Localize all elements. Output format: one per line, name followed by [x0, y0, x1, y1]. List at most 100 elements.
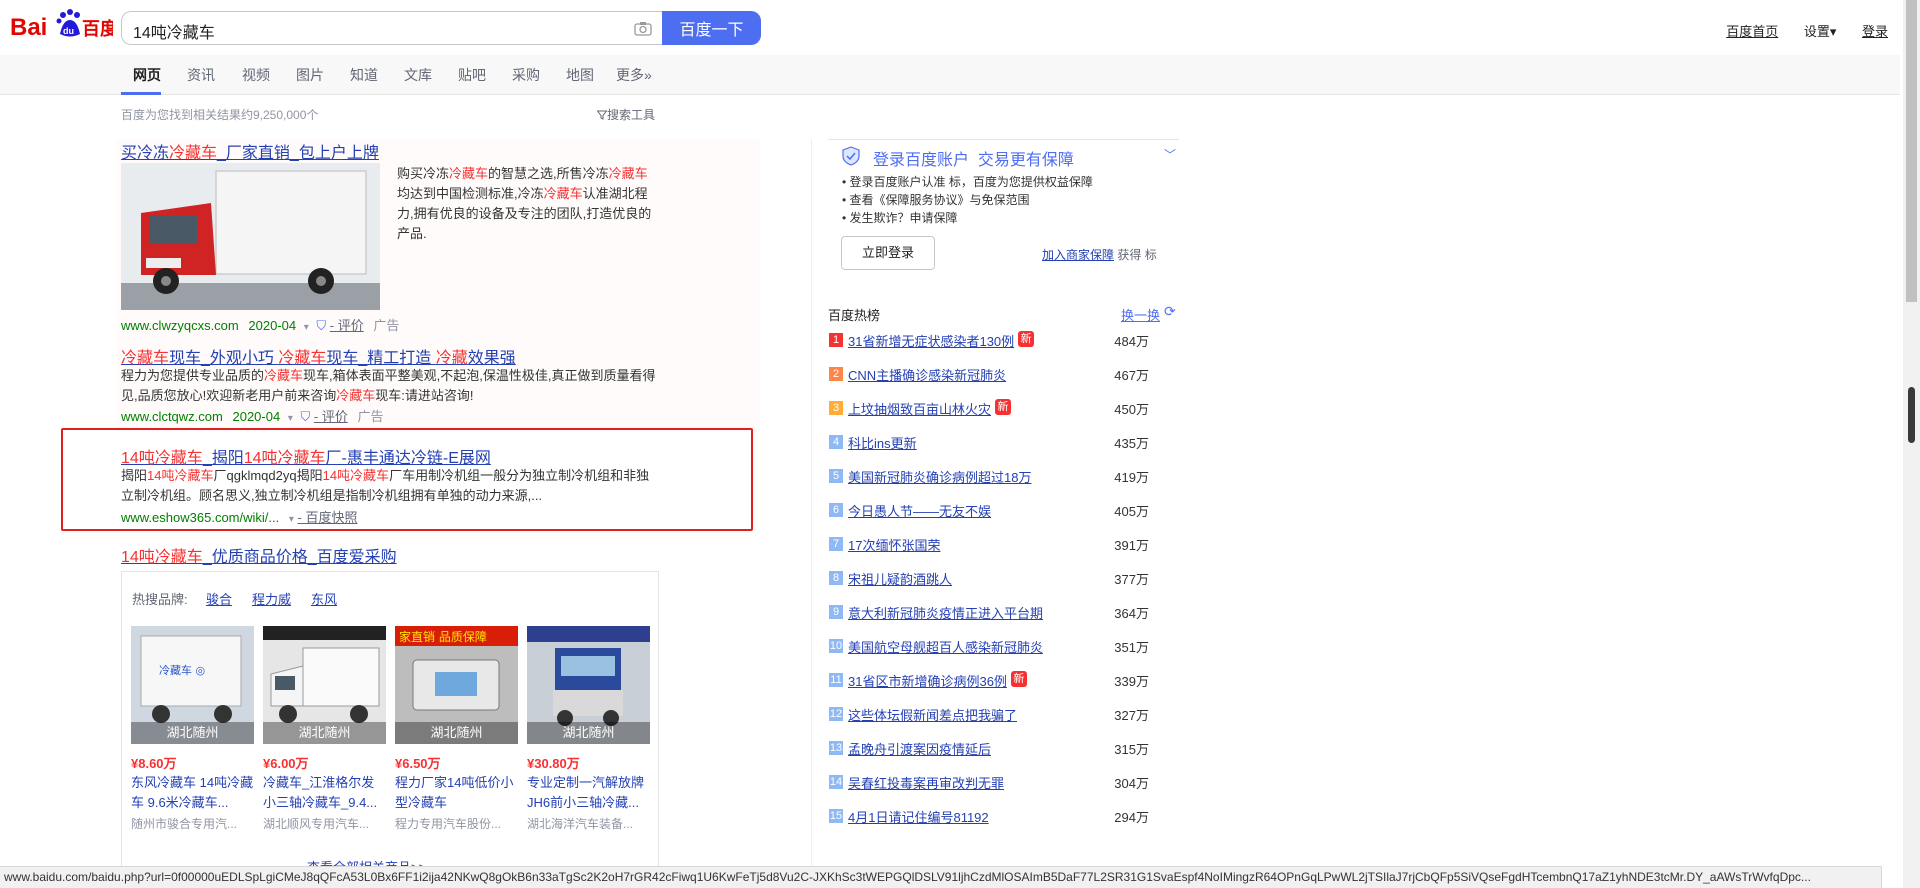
hot-title[interactable]: 宋祖儿疑韵酒跳人 [848, 569, 952, 588]
hot-title[interactable]: 31省新增无症状感染者130例新 [848, 331, 1035, 350]
hot-title[interactable]: 孟晚舟引渡案因疫情延后 [848, 739, 991, 758]
camera-icon[interactable] [634, 21, 652, 36]
hot-title[interactable]: 上坟抽烟致百亩山林火灾新 [848, 399, 1012, 418]
product-image[interactable]: 冷藏车 ◎ 湖北随州 [131, 626, 254, 744]
scroll-indicator[interactable] [1908, 387, 1915, 443]
chevron-down-icon[interactable]: ▾ [304, 322, 309, 333]
result3-url[interactable]: www.eshow365.com/wiki/... [121, 510, 279, 525]
login-line-text[interactable]: 登录百度账户认准 标，百度为您提供权益保障 [850, 175, 1093, 189]
login-now-button[interactable]: 立即登录 [841, 236, 935, 270]
tab-caigou[interactable]: 采购 [512, 65, 540, 85]
hot-title[interactable]: 美国新冠肺炎确诊病例超过18万 [848, 467, 1031, 486]
hot-title[interactable]: 今日愚人节——无友不娱 [848, 501, 991, 520]
hot-title-text: 31省新增无症状感染者130例 [848, 334, 1015, 349]
tab-zhidao[interactable]: 知道 [350, 65, 378, 85]
ad2-date: 2020-04 [232, 409, 281, 424]
hot-item[interactable]: 1 31省新增无症状感染者130例新 484万 [828, 325, 1179, 359]
chevron-down-icon[interactable]: ﹀ [1164, 146, 1176, 163]
ad1-title[interactable]: 买冷冻冷藏车_厂家直销_包上户上牌 [121, 139, 379, 163]
hot-item[interactable]: 15 4月1日请记住编号81192 294万 [828, 801, 1179, 835]
scrollbar-thumb[interactable] [1906, 0, 1917, 302]
hot-item[interactable]: 13 孟晚舟引渡案因疫情延后 315万 [828, 733, 1179, 767]
tab-tieba[interactable]: 贴吧 [458, 65, 486, 85]
ad2-title[interactable]: 冷藏车现车_外观小巧 冷藏车现车_精工打造 冷藏效果强 [121, 344, 516, 368]
hot-title-text: 意大利新冠肺炎疫情正进入平台期 [848, 606, 1044, 621]
tab-news[interactable]: 资讯 [187, 65, 215, 85]
hot-item[interactable]: 14 吴春红投毒案再审改判无罪 304万 [828, 767, 1179, 801]
ad1-review-link[interactable]: - 评价 [330, 318, 364, 333]
tab-web[interactable]: 网页 [133, 65, 161, 85]
login-line-text[interactable]: 发生欺诈？申请保障 [850, 211, 958, 225]
login-line-text[interactable]: 查看《保障服务协议》与免保范围 [850, 193, 1030, 207]
hot-title[interactable]: CNN主播确诊感染新冠肺炎 [848, 365, 1006, 384]
hot-title[interactable]: 科比ins更新 [848, 433, 917, 452]
tab-images[interactable]: 图片 [296, 65, 324, 85]
hot-title[interactable]: 吴春红投毒案再审改判无罪 [848, 773, 1004, 792]
search-tools[interactable]: 搜索工具 [596, 106, 655, 123]
ad2-url[interactable]: www.clctqwz.com [121, 409, 223, 424]
hot-item[interactable]: 10 美国航空母舰超百人感染新冠肺炎 351万 [828, 631, 1179, 665]
hot-item[interactable]: 6 今日愚人节——无友不娱 405万 [828, 495, 1179, 529]
product-shop[interactable]: 湖北顺风专用汽车... [263, 815, 386, 832]
brand-link[interactable]: 程力威 [252, 589, 291, 608]
chevron-down-icon[interactable]: ▾ [288, 413, 293, 424]
refresh-link[interactable]: 换一换 [1121, 305, 1160, 324]
keyword-highlight: 冷藏车 [336, 388, 376, 403]
search-query[interactable]: 14吨冷藏车 [133, 19, 215, 43]
product-image[interactable]: 家直销 品质保障 湖北随州 [395, 626, 518, 744]
tab-map[interactable]: 地图 [566, 65, 594, 85]
chevron-down-icon[interactable]: ▾ [289, 514, 294, 525]
hot-item[interactable]: 9 意大利新冠肺炎疫情正进入平台期 364万 [828, 597, 1179, 631]
hot-item[interactable]: 5 美国新冠肺炎确诊病例超过18万 419万 [828, 461, 1179, 495]
merchant-link[interactable]: 加入商家保障 [1042, 248, 1114, 262]
settings-link[interactable]: 设置▾ [1804, 24, 1837, 39]
tab-more[interactable]: 更多» [616, 65, 652, 85]
search-button[interactable]: 百度一下 [662, 11, 761, 45]
product-name[interactable]: 冷藏车_江淮格尔发小三轴冷藏车_9.4... [263, 773, 386, 813]
hot-title[interactable]: 4月1日请记住编号81192 [848, 807, 989, 826]
ad1-url[interactable]: www.clwzyqcxs.com [121, 318, 239, 333]
product-name[interactable]: 东风冷藏车 14吨冷藏车 9.6米冷藏车... [131, 773, 254, 813]
baidu-home-link[interactable]: 百度首页 [1726, 24, 1778, 39]
product-shop[interactable]: 程力专用汽车股份... [395, 815, 518, 832]
keyword-highlight: 14吨冷藏车 [121, 450, 203, 467]
brand-link[interactable]: 骏合 [206, 589, 232, 608]
brand-link[interactable]: 东风 [311, 589, 337, 608]
ad1-title-part: 买冷冻 [121, 145, 170, 162]
hot-title[interactable]: 31省区市新增确诊病例36例新 [848, 671, 1027, 690]
search-input[interactable]: 14吨冷藏车 [121, 11, 662, 45]
hot-item[interactable]: 7 17次缅怀张国荣 391万 [828, 529, 1179, 563]
result4-title[interactable]: 14吨冷藏车_优质商品价格_百度爱采购 [121, 543, 397, 567]
hot-value: 435万 [1114, 436, 1149, 451]
refresh-icon[interactable]: ⟳ [1164, 303, 1176, 320]
product-image[interactable]: 湖北随州 [263, 626, 386, 744]
hot-item[interactable]: 8 宋祖儿疑韵酒跳人 377万 [828, 563, 1179, 597]
product-name[interactable]: 程力厂家14吨低价小型冷藏车 [395, 773, 518, 813]
login-link[interactable]: 登录 [1862, 24, 1888, 39]
product-name[interactable]: 专业定制一汽解放牌JH6前小三轴冷藏... [527, 773, 650, 813]
hot-title[interactable]: 这些体坛假新闻差点把我骗了 [848, 705, 1017, 724]
product-shop[interactable]: 湖北海洋汽车装备... [527, 815, 650, 832]
shield-icon: ⛉ [300, 409, 311, 424]
hot-item[interactable]: 4 科比ins更新 435万 [828, 427, 1179, 461]
hot-title[interactable]: 意大利新冠肺炎疫情正进入平台期 [848, 603, 1043, 622]
hot-item[interactable]: 12 这些体坛假新闻差点把我骗了 327万 [828, 699, 1179, 733]
ad1-truck-image[interactable] [121, 163, 380, 310]
tab-wenku[interactable]: 文库 [404, 65, 432, 85]
ad2-review-link[interactable]: - 评价 [314, 409, 348, 424]
product-price: ¥6.50万 [395, 756, 441, 771]
product-image[interactable]: 湖北随州 [527, 626, 650, 744]
baidu-logo[interactable]: Bai du 百度 [10, 6, 119, 44]
keyword-highlight: 冷藏车 [278, 350, 327, 367]
result3-title[interactable]: 14吨冷藏车_揭阳14吨冷藏车厂-惠丰通达冷链-E展网 [121, 444, 491, 468]
hot-item[interactable]: 2 CNN主播确诊感染新冠肺炎 467万 [828, 359, 1179, 393]
product-shop[interactable]: 随州市骏合专用汽... [131, 815, 254, 832]
login-card-title[interactable]: 登录百度账户 交易更有保障 [873, 146, 1074, 170]
hot-title-text: 今日愚人节——无友不娱 [848, 504, 992, 519]
hot-item[interactable]: 11 31省区市新增确诊病例36例新 339万 [828, 665, 1179, 699]
hot-title[interactable]: 17次缅怀张国荣 [848, 535, 940, 554]
result3-snapshot-link[interactable]: - 百度快照 [298, 510, 358, 525]
hot-title[interactable]: 美国航空母舰超百人感染新冠肺炎 [848, 637, 1043, 656]
tab-video[interactable]: 视频 [242, 65, 270, 85]
hot-item[interactable]: 3 上坟抽烟致百亩山林火灾新 450万 [828, 393, 1179, 427]
